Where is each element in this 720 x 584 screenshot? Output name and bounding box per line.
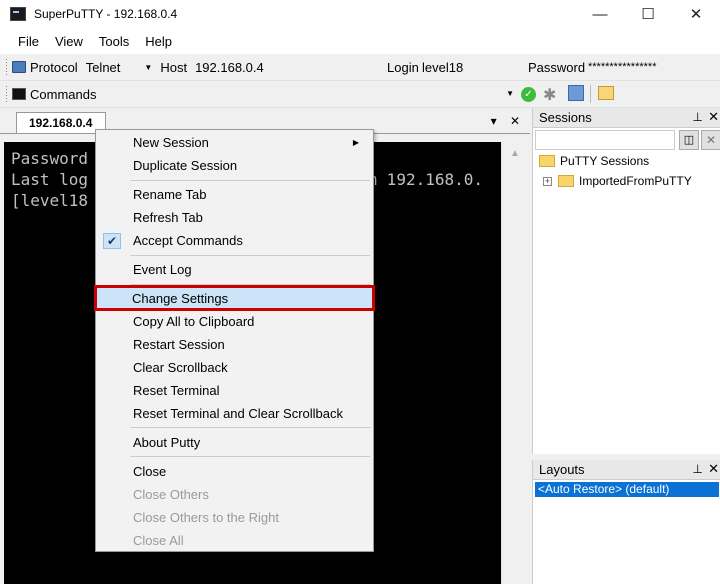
password-input[interactable]: **************** [588,61,657,73]
close-tab-icon[interactable]: ✕ [510,114,520,128]
menu-item-copy-all[interactable]: Copy All to Clipboard [98,311,371,333]
menu-help[interactable]: Help [137,34,180,49]
pin-icon[interactable]: ⊥ [693,110,703,124]
menu-file[interactable]: File [10,34,47,49]
commands-toolbar: Commands ▼ ✓ ✱ [0,81,720,108]
sessions-panel-header: Sessions ⊥ ✕ [533,108,720,128]
tree-item-label: ImportedFromPuTTY [579,174,692,188]
menu-item-clear-scrollback[interactable]: Clear Scrollback [98,357,371,379]
tree-item-imported-from-putty[interactable]: + ImportedFromPuTTY [543,174,692,188]
layouts-panel: Layouts ⊥ ✕ <Auto Restore> (default) [532,460,720,584]
toolbar-separator [590,85,591,103]
session-tab[interactable]: 192.168.0.4 [16,112,106,134]
layouts-panel-header: Layouts ⊥ ✕ [533,460,720,480]
menu-item-rename-tab[interactable]: Rename Tab [98,184,371,206]
commands-label: Commands [30,86,97,102]
menu-separator [130,180,370,181]
menu-bar: File View Tools Help [0,28,720,54]
layout-item-auto-restore[interactable]: <Auto Restore> (default) [535,482,719,497]
tree-item-putty-sessions[interactable]: PuTTY Sessions [539,154,649,168]
commands-icon [12,88,26,100]
tab-controls: ▾ ✕ [481,114,520,128]
close-panel-icon[interactable]: ✕ [708,109,719,125]
commands-dropdown-icon[interactable]: ▼ [506,89,514,98]
protocol-icon [12,61,26,73]
session-search-input[interactable] [535,130,675,150]
host-label: Host [160,59,188,75]
login-input[interactable]: level18 [422,60,463,75]
title-bar: SuperPuTTY - 192.168.0.4 — ☐ ✕ [0,0,720,28]
clear-search-icon[interactable]: ✕ [701,130,720,150]
menu-item-label: New Session [133,135,209,150]
menu-item-close-others: Close Others [133,487,209,502]
gear-icon[interactable]: ✱ [543,85,556,105]
toolbar-grip[interactable] [5,58,8,76]
expand-icon[interactable]: + [543,176,552,186]
tree-item-label: PuTTY Sessions [560,154,650,168]
menu-item-new-session[interactable]: New Session ▶ [98,132,371,154]
folder-icon [558,175,574,187]
menu-item-duplicate-session[interactable]: Duplicate Session [98,155,371,177]
protocol-select[interactable]: Telnet [86,60,121,75]
toolbar-grip[interactable] [5,85,8,103]
menu-item-label: Accept Commands [133,233,243,248]
binoculars-icon[interactable]: ◫ [679,130,699,150]
checkmark-icon: ✔ [103,233,121,249]
settings-icon[interactable] [568,85,584,101]
menu-item-close[interactable]: Close [98,461,371,483]
menu-separator [130,456,370,457]
password-label: Password [528,59,586,75]
folder-icon [539,155,555,167]
login-label: Login [387,59,419,75]
protocol-dropdown-icon[interactable]: ▼ [144,63,152,72]
scroll-up-icon[interactable]: ▲ [510,148,520,159]
menu-separator [130,427,370,428]
menu-item-close-all: Close All [133,533,184,548]
commands-input[interactable]: ▼ [96,83,516,105]
maximize-button[interactable]: ☐ [624,0,672,28]
sessions-panel: Sessions ⊥ ✕ ◫ ✕ PuTTY Sessions + Import… [532,108,720,454]
menu-item-about-putty[interactable]: About Putty [98,432,371,454]
putty-app-icon [10,7,26,21]
menu-tools[interactable]: Tools [91,34,137,49]
layouts-panel-title: Layouts [539,462,585,477]
close-panel-icon[interactable]: ✕ [708,461,719,477]
tab-list-dropdown-icon[interactable]: ▾ [491,114,497,128]
host-input[interactable]: 192.168.0.4 [195,60,264,75]
protocol-label: Protocol [30,59,78,75]
menu-item-reset-and-clear[interactable]: Reset Terminal and Clear Scrollback [98,403,371,425]
connection-toolbar: Protocol Telnet ▼ Host 192.168.0.4 Login… [0,54,720,81]
menu-item-event-log[interactable]: Event Log [98,259,371,281]
menu-item-accept-commands[interactable]: ✔ Accept Commands [98,230,371,252]
menu-item-restart-session[interactable]: Restart Session [98,334,371,356]
pin-icon[interactable]: ⊥ [693,462,703,476]
tab-context-menu: New Session ▶ Duplicate Session Rename Ta… [94,129,375,552]
menu-item-change-settings[interactable]: Change Settings [94,285,375,311]
edit-icon[interactable] [598,86,614,100]
menu-separator [130,284,370,285]
menu-item-reset-terminal[interactable]: Reset Terminal [98,380,371,402]
submenu-arrow-icon: ▶ [352,138,359,147]
window-controls: — ☐ ✕ [576,0,720,28]
minimize-button[interactable]: — [576,0,624,28]
window-title: SuperPuTTY - 192.168.0.4 [34,7,178,21]
sessions-panel-title: Sessions [539,110,592,125]
menu-item-close-others-right: Close Others to the Right [133,510,279,525]
menu-item-refresh-tab[interactable]: Refresh Tab [98,207,371,229]
send-command-icon[interactable]: ✓ [521,87,536,102]
menu-separator [130,255,370,256]
menu-view[interactable]: View [47,34,91,49]
close-window-button[interactable]: ✕ [672,0,720,28]
terminal-scrollbar[interactable]: ▲ [501,142,529,584]
